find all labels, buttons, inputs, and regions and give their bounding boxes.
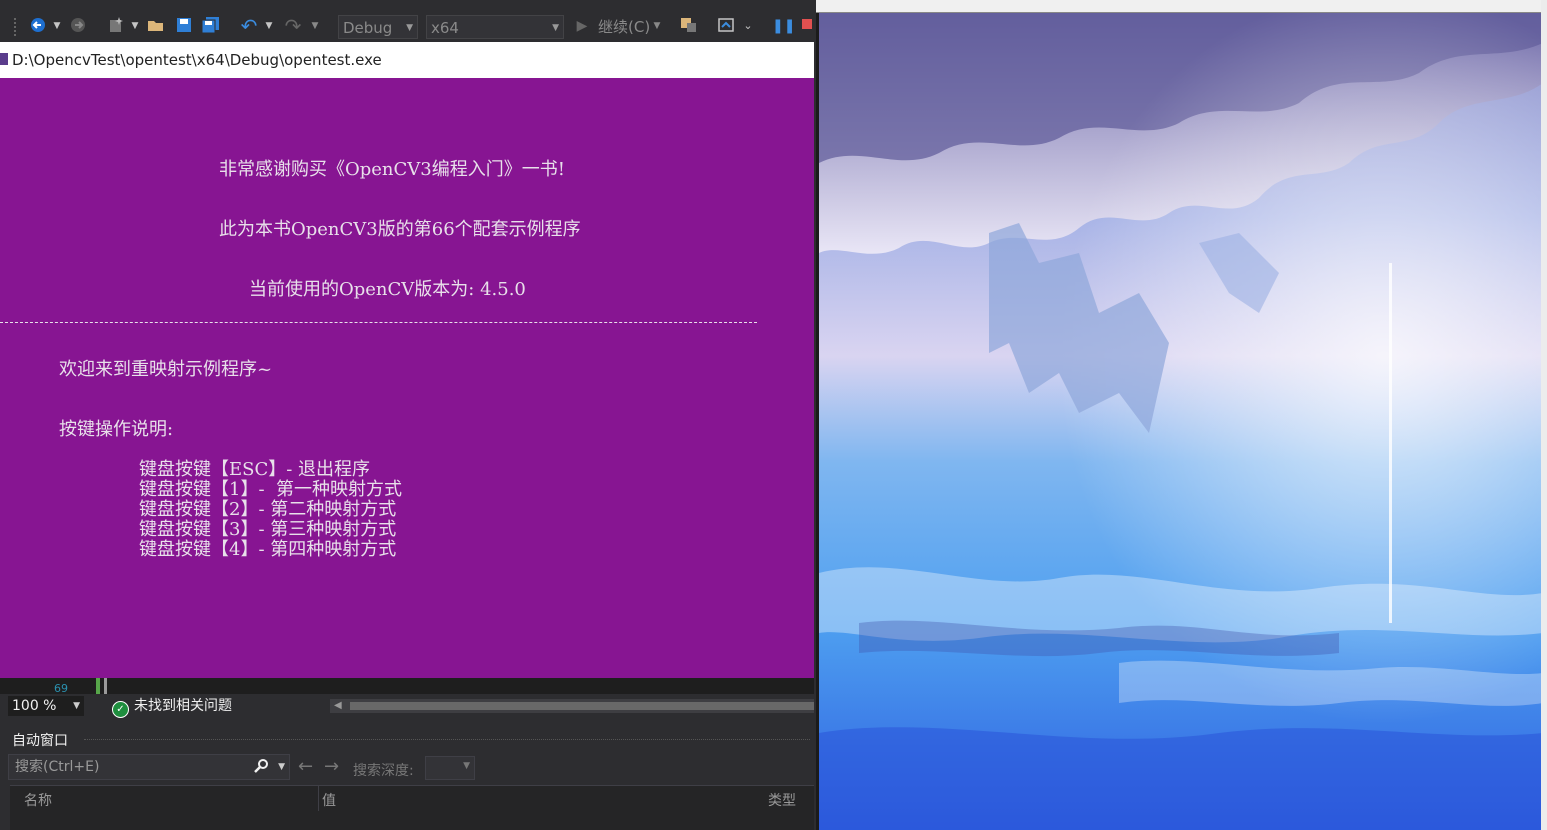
column-header-value[interactable]: 值: [322, 790, 336, 810]
console-line: 键盘按键【2】- 第二种映射方式: [139, 499, 397, 520]
chevron-down-icon: ▼: [463, 761, 470, 771]
search-icon[interactable]: [253, 755, 269, 779]
console-line: 当前使用的OpenCV版本为: 4.5.0: [249, 279, 526, 300]
column-header-name[interactable]: 名称: [24, 790, 52, 810]
editor-statusbar: 100 % ▼ ✓ 未找到相关问题 ◀: [0, 694, 814, 718]
autos-search-input[interactable]: 搜索(Ctrl+E) ▼: [8, 754, 290, 780]
column-header-type[interactable]: 类型: [768, 790, 796, 810]
search-depth-label: 搜索深度:: [353, 763, 414, 779]
arrow-right-icon[interactable]: →: [324, 757, 339, 777]
forward-icon[interactable]: [68, 16, 88, 36]
chevron-down-icon: ▼: [73, 701, 80, 711]
redo-icon[interactable]: ↷: [282, 16, 304, 36]
scroll-left-icon[interactable]: ◀: [334, 699, 342, 713]
console-line: 欢迎来到重映射示例程序~: [59, 359, 273, 380]
overflow-icon[interactable]: ⌄: [742, 16, 754, 36]
stop-icon[interactable]: [800, 16, 814, 36]
back-icon[interactable]: [28, 16, 48, 36]
console-line: 键盘按键【ESC】- 退出程序: [139, 459, 371, 480]
continue-button[interactable]: 继续(C): [598, 16, 650, 38]
code-editor[interactable]: 69: [0, 678, 814, 695]
autos-grid-header: 名称 值 类型: [10, 785, 814, 812]
column-divider[interactable]: [318, 786, 319, 812]
platform-value: x64: [431, 19, 459, 37]
undo-dropdown-icon[interactable]: ▼: [264, 16, 274, 36]
remapped-image: [819, 13, 1543, 830]
undo-icon[interactable]: ↶: [238, 16, 260, 36]
console-output: 非常感谢购买《OpenCV3编程入门》一书! 此为本书OpenCV3版的第66个…: [0, 78, 814, 678]
chevron-down-icon: ▼: [406, 23, 413, 33]
continue-dropdown-icon[interactable]: ▼: [652, 16, 662, 36]
chevron-down-icon[interactable]: ▼: [278, 755, 285, 779]
open-folder-icon[interactable]: [146, 16, 166, 36]
toolbar-grip[interactable]: [14, 18, 20, 36]
vs-toolbar: ▼ ▼ ↶ ▼ ↷ ▼ Debug ▼ x64 ▼ ▶ 继续(C) ▼ ⌄ ❚❚: [0, 0, 816, 42]
redo-dropdown-icon[interactable]: ▼: [310, 16, 320, 36]
play-icon: ▶: [576, 18, 588, 34]
console-title: D:\OpencvTest\opentest\x64\Debug\opentes…: [12, 51, 382, 69]
scrollbar-thumb[interactable]: [350, 702, 814, 710]
console-line: 键盘按键【4】- 第四种映射方式: [139, 539, 397, 560]
console-line: 非常感谢购买《OpenCV3编程入门》一书!: [219, 159, 565, 180]
autos-window-title: 自动窗口: [12, 733, 68, 749]
image-window[interactable]: [816, 0, 1547, 830]
search-depth-dropdown[interactable]: ▼: [425, 756, 475, 780]
autos-title-grip: [84, 739, 810, 740]
chevron-down-icon: ▼: [552, 23, 559, 33]
solution-config-value: Debug: [343, 19, 393, 37]
console-window[interactable]: D:\OpencvTest\opentest\x64\Debug\opentes…: [0, 42, 814, 678]
desktop-edge: [1541, 0, 1547, 830]
new-dropdown-icon[interactable]: ▼: [130, 16, 140, 36]
new-project-icon[interactable]: [106, 16, 126, 36]
home-icon[interactable]: [716, 16, 736, 36]
save-all-icon[interactable]: [200, 16, 222, 36]
solution-config-dropdown[interactable]: Debug ▼: [338, 15, 418, 39]
issues-label: 未找到相关问题: [134, 698, 232, 714]
zoom-dropdown[interactable]: 100 % ▼: [8, 696, 84, 716]
back-dropdown-icon[interactable]: ▼: [52, 16, 62, 36]
console-titlebar[interactable]: D:\OpencvTest\opentest\x64\Debug\opentes…: [0, 42, 814, 78]
image-window-frame: [816, 0, 1547, 13]
arrow-left-icon[interactable]: ←: [298, 757, 313, 777]
separator-line: [0, 322, 757, 323]
search-placeholder: 搜索(Ctrl+E): [15, 759, 100, 775]
console-line: 键盘按键【3】- 第三种映射方式: [139, 519, 397, 540]
horizontal-scrollbar[interactable]: ◀: [330, 699, 814, 713]
save-icon[interactable]: [174, 16, 194, 36]
attach-process-icon[interactable]: [678, 16, 700, 36]
console-app-icon: [0, 53, 8, 65]
pause-icon[interactable]: ❚❚: [772, 16, 795, 36]
outline-marker: [104, 678, 107, 694]
checkmark-icon: ✓: [112, 701, 129, 718]
platform-dropdown[interactable]: x64 ▼: [426, 15, 564, 39]
change-marker: [96, 678, 100, 694]
console-line: 键盘按键【1】- 第一种映射方式: [139, 479, 402, 500]
console-line: 此为本书OpenCV3版的第66个配套示例程序: [219, 219, 581, 240]
console-line: 按键操作说明:: [59, 419, 174, 440]
autos-grid-body: [10, 811, 814, 830]
issues-indicator[interactable]: ✓ 未找到相关问题: [112, 696, 232, 718]
zoom-value: 100 %: [12, 698, 57, 714]
